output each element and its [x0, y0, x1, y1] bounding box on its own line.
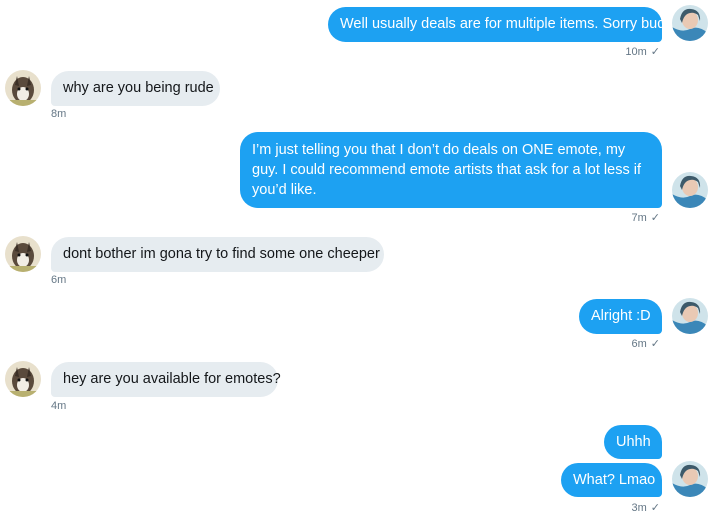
checkmark-icon: ✓: [650, 338, 660, 350]
checkmark-icon: ✓: [650, 46, 660, 58]
message-bubble-incoming[interactable]: dont bother im gona try to find some one…: [51, 237, 384, 272]
message-bubble-incoming[interactable]: hey are you available for emotes?: [51, 362, 281, 397]
message-timestamp: 6m: [51, 274, 67, 286]
message-timestamp: 4m: [51, 400, 67, 412]
message-timestamp: 7m: [631, 212, 647, 224]
message-meta: 10m ✓: [625, 46, 660, 59]
checkmark-icon: ✓: [650, 212, 660, 224]
checkmark-icon: ✓: [650, 502, 660, 514]
message-bubble-outgoing[interactable]: Uhhh: [604, 425, 662, 459]
message-bubble-outgoing[interactable]: I’m just telling you that I don’t do dea…: [240, 132, 662, 208]
self-avatar[interactable]: [672, 5, 708, 41]
message-timestamp: 3m: [631, 502, 647, 514]
message-meta: 7m ✓: [632, 212, 661, 225]
message-timestamp: 10m: [625, 46, 647, 58]
contact-avatar[interactable]: [5, 70, 41, 106]
contact-avatar[interactable]: [5, 236, 41, 272]
message-bubble-outgoing[interactable]: What? Lmao: [561, 463, 662, 497]
message-meta: 3m ✓: [632, 502, 661, 515]
contact-avatar[interactable]: [5, 361, 41, 397]
message-bubble-outgoing[interactable]: Alright :D: [579, 299, 662, 334]
message-timestamp: 6m: [631, 338, 647, 350]
self-avatar[interactable]: [672, 461, 708, 497]
self-avatar[interactable]: [672, 298, 708, 334]
message-timestamp: 8m: [51, 108, 67, 120]
message-bubble-outgoing[interactable]: Well usually deals are for multiple item…: [328, 7, 669, 42]
self-avatar[interactable]: [672, 172, 708, 208]
message-meta: 6m ✓: [632, 338, 661, 351]
message-bubble-incoming[interactable]: why are you being rude: [51, 71, 220, 106]
